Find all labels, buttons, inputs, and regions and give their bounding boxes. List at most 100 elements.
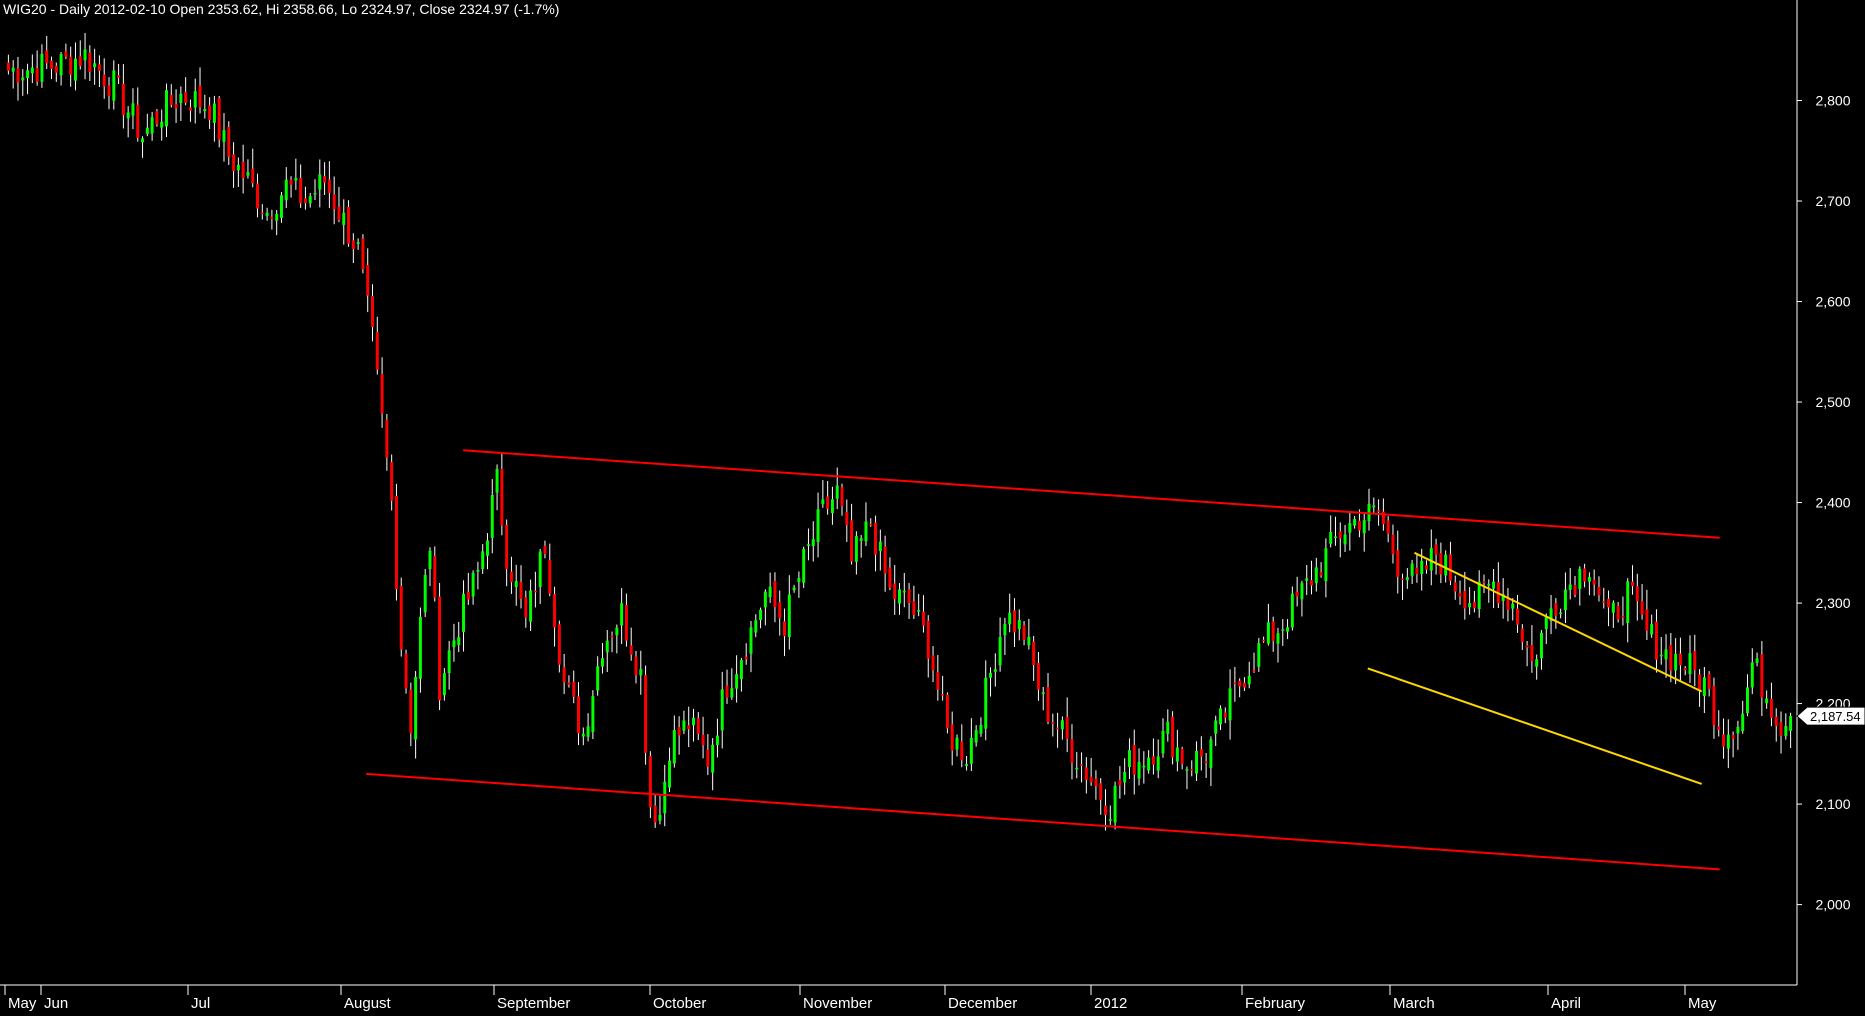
x-tick-label: September: [497, 995, 570, 1012]
candle-down: [1022, 625, 1026, 640]
candle-down: [1472, 601, 1476, 609]
candle-down: [97, 64, 101, 71]
candle-down: [50, 60, 53, 69]
candle-up: [1353, 519, 1357, 526]
candle-down: [394, 495, 398, 590]
x-tick-label: August: [344, 995, 392, 1012]
y-tick-label: 2,700: [1815, 193, 1850, 209]
candle-down: [323, 176, 327, 183]
candle-up: [1659, 654, 1663, 657]
candle-down: [960, 741, 964, 761]
candle-down: [54, 65, 58, 73]
candle-up: [1166, 721, 1170, 734]
candle-down: [562, 667, 566, 683]
candle-down: [1132, 744, 1136, 775]
x-tick-label: Jun: [44, 995, 68, 1012]
candle-up: [596, 666, 600, 691]
candle-up: [1286, 627, 1290, 632]
candle-down: [1094, 778, 1098, 787]
candle-up: [917, 610, 921, 612]
candle-up: [1060, 720, 1064, 730]
candle-down: [1242, 682, 1246, 688]
candle-down: [1180, 748, 1184, 764]
frame-lines: [0, 0, 1798, 986]
candle-down: [1640, 601, 1644, 615]
candle-down: [548, 559, 552, 594]
candle-up: [811, 539, 815, 547]
candle-up: [452, 640, 456, 648]
candle-up: [1568, 584, 1572, 590]
candle-down: [533, 590, 537, 593]
candle-up: [1161, 730, 1165, 754]
x-tick-label: May: [1688, 995, 1717, 1012]
candle-down: [1554, 603, 1558, 616]
candle-down: [624, 604, 628, 641]
candle-up: [711, 744, 715, 773]
candle-up: [1535, 659, 1539, 667]
candle-up: [414, 677, 418, 740]
candle-down: [1415, 567, 1419, 575]
candle-up: [1726, 734, 1730, 749]
candle-up: [974, 729, 978, 743]
last-value-label: 2,187.54: [1810, 709, 1861, 724]
candle-down: [888, 567, 892, 588]
candle-down: [1616, 605, 1620, 620]
candlestick-chart: 2,0002,1002,2002,3002,4002,5002,6002,700…: [0, 0, 1865, 1012]
candle-down: [1080, 764, 1084, 766]
candle-up: [955, 737, 959, 750]
candle-down: [926, 620, 930, 659]
candle-down: [1233, 682, 1237, 684]
candle-up: [342, 212, 346, 225]
candle-up: [1444, 554, 1448, 576]
candle-down: [1401, 578, 1405, 581]
candle-up: [447, 650, 451, 674]
candle-down: [950, 724, 954, 751]
candle-down: [840, 487, 844, 507]
candle-up: [457, 637, 461, 646]
candle-up: [1075, 767, 1079, 770]
candle-up: [1372, 505, 1376, 508]
candle-down: [629, 645, 633, 655]
x-tick-label: May: [8, 995, 37, 1012]
x-axis: May Jun Jul August September October November D…: [4, 985, 1717, 1012]
candle-up: [658, 814, 662, 821]
candle-down: [634, 656, 638, 676]
candle-up: [581, 733, 585, 737]
candle-up: [193, 91, 197, 108]
candle-up: [476, 569, 480, 572]
candle-up: [1750, 662, 1754, 688]
candle-up: [514, 580, 518, 588]
candle-up: [1113, 785, 1117, 823]
candle-down: [1439, 553, 1443, 575]
candle-up: [1702, 677, 1706, 697]
candle-down: [351, 240, 355, 250]
candle-down: [107, 85, 111, 96]
candle-down: [1118, 779, 1122, 786]
candle-down: [217, 98, 221, 140]
candle-down: [1171, 716, 1175, 758]
candle-down: [438, 596, 442, 701]
candle-down: [174, 104, 178, 109]
candle-up: [1137, 762, 1141, 779]
candle-down: [232, 154, 236, 172]
candle-up: [586, 726, 590, 737]
candle-down: [1602, 601, 1606, 603]
candle-down: [1425, 565, 1428, 570]
candle-down: [1717, 726, 1721, 730]
candle-down: [869, 523, 873, 526]
candle-down: [1645, 609, 1649, 631]
candle-up: [1185, 769, 1189, 771]
candle-down: [227, 126, 231, 157]
candle-up: [112, 70, 116, 101]
candle-up: [1247, 675, 1251, 685]
candle-up: [83, 49, 87, 61]
candle-up: [150, 117, 154, 134]
candle-up: [481, 551, 485, 570]
candle-down: [88, 52, 92, 72]
candle-up: [490, 495, 494, 538]
candle-up: [1324, 548, 1328, 582]
candle-down: [610, 635, 614, 638]
candle-down: [332, 194, 336, 210]
candle-down: [1525, 645, 1529, 648]
candle-up: [759, 609, 763, 621]
